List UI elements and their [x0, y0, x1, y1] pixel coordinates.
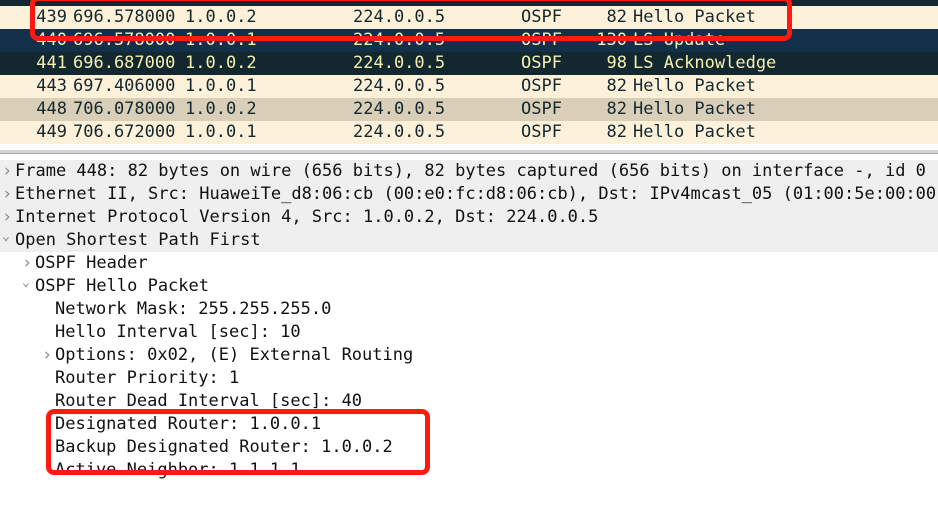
chevron-right-icon[interactable]: › — [42, 344, 52, 367]
detail-row[interactable]: › Ethernet II, Src: HuaweiTe_d8:06:cb (00… — [0, 183, 938, 206]
detail-row[interactable]: Router Priority: 1 — [0, 367, 938, 390]
chevron-right-icon[interactable]: › — [2, 160, 12, 183]
detail-text: Active Neighbor: 1.1.1.1 — [55, 460, 301, 480]
detail-row[interactable]: Designated Router: 1.0.0.1 — [0, 413, 938, 436]
chevron-down-icon[interactable]: ⌄ — [22, 271, 30, 294]
detail-row[interactable]: ⌄ Open Shortest Path First — [0, 229, 938, 252]
packet-no: 443 — [36, 76, 67, 96]
packet-time: 696.578000 — [73, 30, 176, 50]
detail-row[interactable]: › Frame 448: 82 bytes on wire (656 bits),… — [0, 160, 938, 183]
packet-src: 1.0.0.1 — [185, 30, 257, 50]
detail-text: Network Mask: 255.255.255.0 — [55, 299, 332, 319]
packet-time: 696.687000 — [73, 53, 176, 73]
packet-row[interactable]: 441 696.687000 1.0.0.2 224.0.0.5 OSPF 98 LS Ac… — [0, 52, 938, 75]
detail-text: Designated Router: 1.0.0.1 — [55, 414, 322, 434]
detail-text: Router Dead Interval [sec]: 40 — [55, 391, 363, 411]
detail-text: Router Priority: 1 — [55, 368, 240, 388]
packet-no: 441 — [36, 53, 67, 73]
packet-info: LS Update — [633, 30, 726, 50]
packet-time: 697.406000 — [73, 76, 176, 96]
packet-src: 1.0.0.2 — [185, 99, 257, 119]
detail-text: Hello Interval [sec]: 10 — [55, 322, 301, 342]
packet-info: Hello Packet — [633, 7, 756, 27]
packet-len: 82 — [606, 99, 627, 119]
packet-info: Hello Packet — [633, 99, 756, 119]
packet-time: 696.578000 — [73, 7, 176, 27]
packet-src: 1.0.0.1 — [185, 76, 257, 96]
packet-src: 1.0.0.1 — [185, 122, 257, 142]
packet-info: LS Acknowledge — [633, 53, 777, 73]
packet-row[interactable]: 440 696.578000 1.0.0.1 224.0.0.5 OSPF 130 LS U… — [0, 29, 938, 52]
packet-time: 706.078000 — [73, 99, 176, 119]
packet-row[interactable]: 443 697.406000 1.0.0.1 224.0.0.5 OSPF 82 Hello… — [0, 75, 938, 98]
detail-row[interactable]: Hello Interval [sec]: 10 — [0, 321, 938, 344]
packet-proto: OSPF — [521, 53, 562, 73]
packet-dst: 224.0.0.5 — [353, 53, 446, 73]
packet-src: 1.0.0.2 — [185, 53, 257, 73]
detail-row[interactable]: › OSPF Header — [0, 252, 938, 275]
detail-text: Ethernet II, Src: HuaweiTe_d8:06:cb (00:… — [15, 184, 938, 204]
detail-text: Frame 448: 82 bytes on wire (656 bits), … — [15, 161, 926, 181]
detail-row[interactable]: Router Dead Interval [sec]: 40 — [0, 390, 938, 413]
packet-row[interactable]: 448 706.078000 1.0.0.2 224.0.0.5 OSPF 82 Hello… — [0, 98, 938, 121]
packet-time: 706.672000 — [73, 122, 176, 142]
chevron-down-icon[interactable]: ⌄ — [2, 225, 10, 248]
detail-text: Options: 0x02, (E) External Routing — [55, 345, 414, 365]
packet-len: 130 — [596, 30, 627, 50]
packet-proto: OSPF — [521, 76, 562, 96]
detail-row[interactable]: Backup Designated Router: 1.0.0.2 — [0, 436, 938, 459]
packet-proto: OSPF — [521, 30, 562, 50]
packet-dst: 224.0.0.5 — [353, 7, 446, 27]
detail-row[interactable]: Active Neighbor: 1.1.1.1 — [0, 459, 938, 482]
detail-text: Internet Protocol Version 4, Src: 1.0.0.… — [15, 207, 599, 227]
detail-text: Backup Designated Router: 1.0.0.2 — [55, 437, 393, 457]
packet-info: Hello Packet — [633, 76, 756, 96]
packet-len: 82 — [606, 7, 627, 27]
packet-proto: OSPF — [521, 7, 562, 27]
detail-text: Open Shortest Path First — [15, 230, 261, 250]
packet-proto: OSPF — [521, 99, 562, 119]
packet-no: 449 — [36, 122, 67, 142]
detail-row[interactable]: › Internet Protocol Version 4, Src: 1.0.0… — [0, 206, 938, 229]
packet-len: 82 — [606, 76, 627, 96]
packet-src: 1.0.0.2 — [185, 7, 257, 27]
detail-text: OSPF Hello Packet — [35, 276, 209, 296]
packet-no: 448 — [36, 99, 67, 119]
packet-no: 439 — [36, 7, 67, 27]
packet-details-tree[interactable]: › Frame 448: 82 bytes on wire (656 bits),… — [0, 160, 938, 482]
detail-row[interactable]: › Options: 0x02, (E) External Routing — [0, 344, 938, 367]
packet-len: 82 — [606, 122, 627, 142]
packet-info: Hello Packet — [633, 122, 756, 142]
packet-row[interactable]: 449 706.672000 1.0.0.1 224.0.0.5 OSPF 82 Hello… — [0, 121, 938, 144]
packet-proto: OSPF — [521, 122, 562, 142]
packet-list[interactable]: 439 696.578000 1.0.0.2 224.0.0.5 OSPF 82 Hello… — [0, 6, 938, 144]
detail-text: OSPF Header — [35, 253, 148, 273]
detail-row[interactable]: Network Mask: 255.255.255.0 — [0, 298, 938, 321]
packet-dst: 224.0.0.5 — [353, 76, 446, 96]
chevron-right-icon[interactable]: › — [2, 183, 12, 206]
packet-len: 98 — [606, 53, 627, 73]
packet-no: 440 — [36, 30, 67, 50]
pane-splitter[interactable] — [0, 150, 938, 154]
detail-row[interactable]: ⌄ OSPF Hello Packet — [0, 275, 938, 298]
packet-dst: 224.0.0.5 — [353, 122, 446, 142]
packet-dst: 224.0.0.5 — [353, 30, 446, 50]
packet-dst: 224.0.0.5 — [353, 99, 446, 119]
packet-row[interactable]: 439 696.578000 1.0.0.2 224.0.0.5 OSPF 82 Hello… — [0, 6, 938, 29]
